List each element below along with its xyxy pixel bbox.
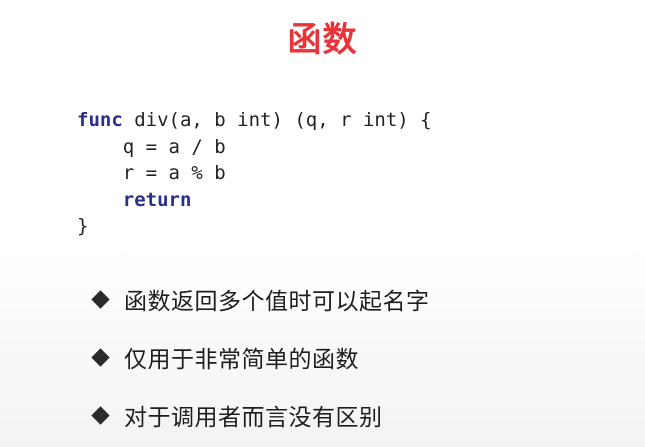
code-keyword: return xyxy=(122,188,192,211)
diamond-bullet-icon xyxy=(91,405,110,425)
code-line: func div(a, b int) (q, r int) { xyxy=(77,107,432,134)
bullet-item: 函数返回多个值时可以起名字 xyxy=(91,270,430,328)
slide-title: 函数 xyxy=(287,20,358,60)
bullet-list: 函数返回多个值时可以起名字 仅用于非常简单的函数 对于调用者而言没有区别 xyxy=(91,270,430,444)
bullet-text: 函数返回多个值时可以起名字 xyxy=(124,289,430,315)
slide: 函数 func div(a, b int) (q, r int) { q = a… xyxy=(0,0,645,447)
code-keyword: func xyxy=(77,109,123,131)
bullet-text: 对于调用者而言没有区别 xyxy=(124,405,383,431)
bullet-text: 仅用于非常简单的函数 xyxy=(124,347,359,373)
diamond-bullet-icon xyxy=(91,347,110,367)
bullet-item: 仅用于非常简单的函数 xyxy=(91,328,430,386)
code-line: } xyxy=(77,215,89,237)
code-block: func div(a, b int) (q, r int) { q = a / … xyxy=(77,107,432,240)
bullet-item: 对于调用者而言没有区别 xyxy=(91,386,430,444)
code-line: return xyxy=(77,187,432,214)
code-line: r = a % b xyxy=(77,162,226,184)
code-text: div(a, b int) (q, r int) { xyxy=(122,109,432,131)
code-line: q = a / b xyxy=(77,135,226,158)
diamond-bullet-icon xyxy=(91,289,110,309)
